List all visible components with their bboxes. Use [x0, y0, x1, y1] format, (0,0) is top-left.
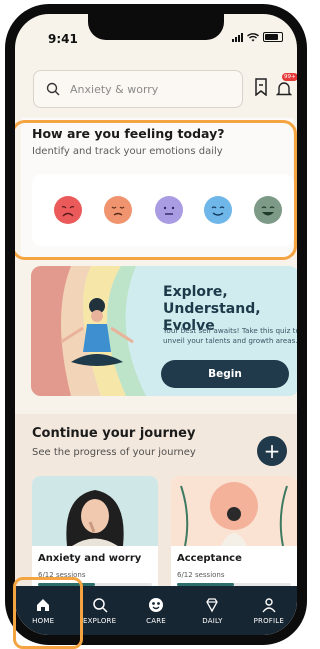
journey-subtitle: See the progress of your journey [32, 447, 196, 458]
battery-icon [263, 32, 283, 42]
begin-button[interactable]: Begin [161, 360, 289, 388]
nav-daily-label: DAILY [202, 616, 223, 625]
journey-card-acceptance[interactable]: Acceptance 6/12 sessions [171, 476, 297, 596]
bookmark-icon[interactable] [254, 78, 268, 96]
search-placeholder: Anxiety & worry [70, 82, 159, 96]
add-journey-button[interactable]: + [257, 436, 287, 466]
explore-description: Your best self awaits! Take this quiz to… [163, 326, 297, 345]
profile-icon [262, 597, 276, 612]
search-icon [92, 597, 108, 613]
wifi-icon [247, 32, 259, 41]
search-input[interactable]: Anxiety & worry [33, 70, 243, 108]
explore-quiz-card[interactable]: Explore, Understand, Evolve Your best se… [31, 266, 297, 396]
notch [88, 14, 224, 40]
app-screen: 9:41 Anxiety & worry 99+ How are you fee… [15, 14, 297, 635]
journey-card-title: Acceptance [177, 553, 242, 564]
mood-card-highlight [15, 120, 297, 260]
home-highlight [13, 577, 83, 649]
nav-explore-label: EXPLORE [82, 616, 117, 625]
nav-profile[interactable]: PROFILE [241, 586, 297, 635]
search-icon [46, 82, 60, 96]
explore-title-line1: Explore, [163, 284, 228, 300]
care-icon [149, 597, 164, 612]
phone-frame: 9:41 Anxiety & worry 99+ How are you fee… [5, 4, 307, 645]
journey-card-sessions: 6/12 sessions [177, 571, 225, 579]
nav-care-label: CARE [146, 616, 166, 625]
diamond-icon [206, 597, 219, 612]
nav-care[interactable]: CARE [128, 586, 184, 635]
status-icons [232, 32, 283, 42]
anxiety-illustration [32, 476, 158, 546]
bell-icon [275, 82, 293, 96]
notification-badge: 99+ [282, 73, 297, 81]
journey-title: Continue your journey [32, 426, 196, 441]
signal-icon [232, 32, 243, 42]
acceptance-illustration [171, 476, 297, 546]
nav-profile-label: PROFILE [253, 616, 285, 625]
nav-daily[interactable]: DAILY [184, 586, 240, 635]
meditation-illustration [31, 266, 146, 396]
journey-card-title: Anxiety and worry [38, 553, 142, 564]
notification-button[interactable]: 99+ [275, 73, 297, 98]
status-time: 9:41 [48, 32, 78, 46]
